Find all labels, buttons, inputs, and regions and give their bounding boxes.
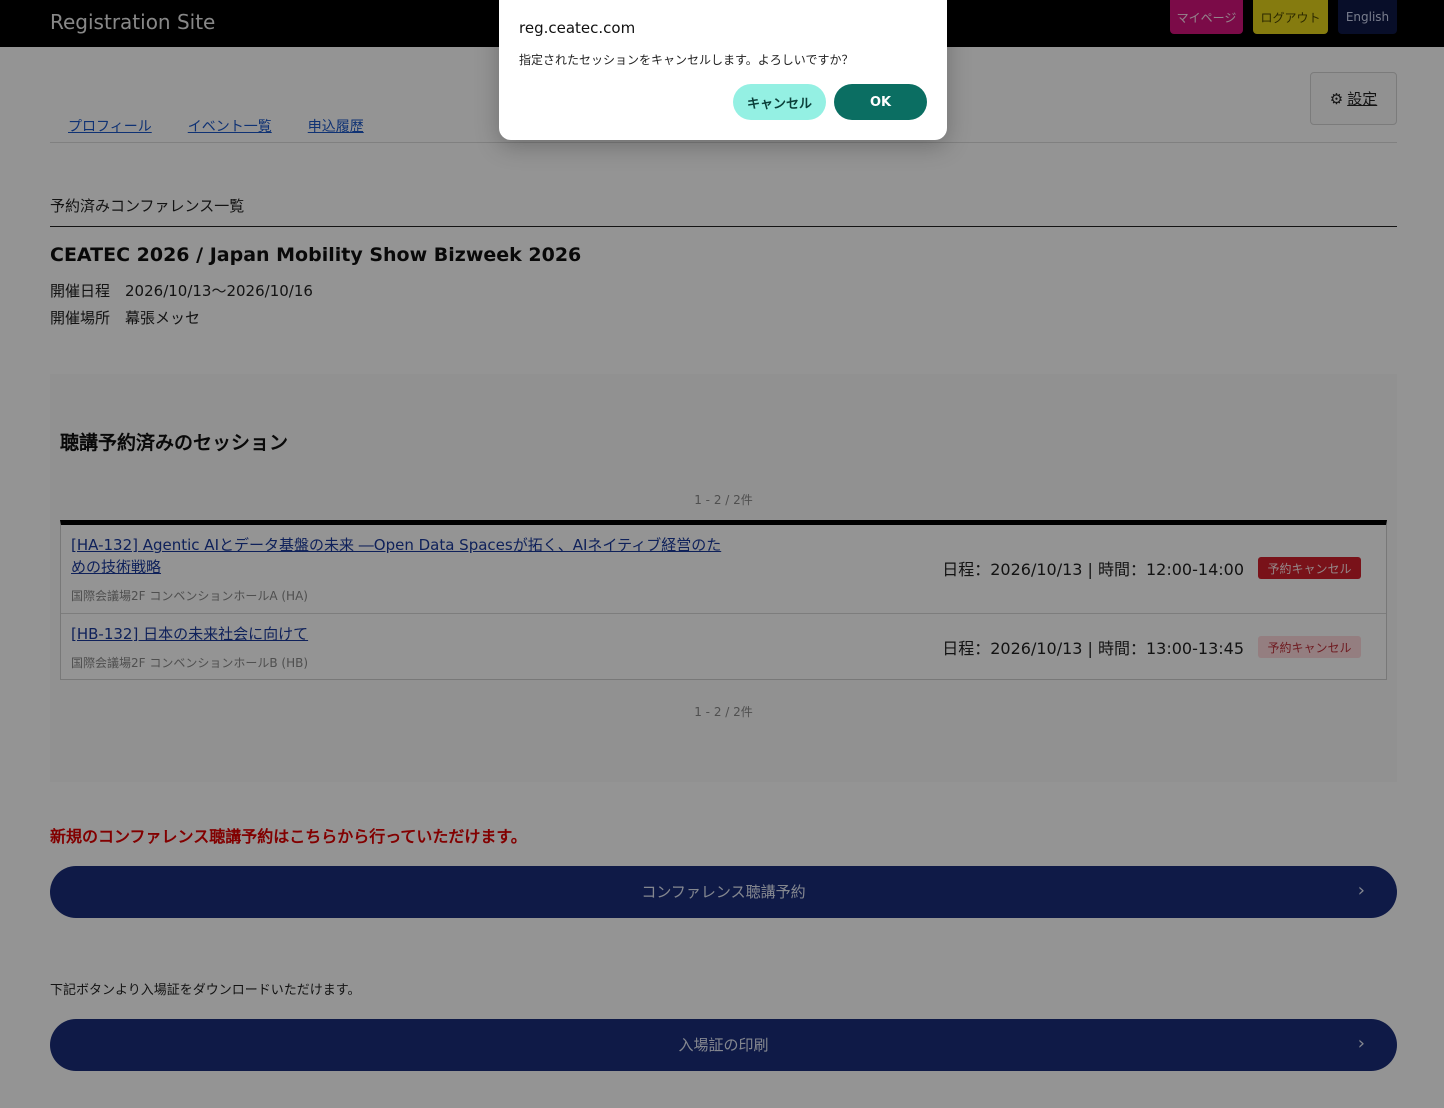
confirm-dialog: reg.ceatec.com 指定されたセッションをキャンセルします。よろしいで… xyxy=(499,0,947,140)
modal-overlay xyxy=(0,0,1444,1108)
dialog-host: reg.ceatec.com xyxy=(519,19,636,37)
dialog-cancel-button[interactable]: キャンセル xyxy=(733,84,826,120)
dialog-ok-button[interactable]: OK xyxy=(834,84,927,120)
dialog-message: 指定されたセッションをキャンセルします。よろしいですか？ xyxy=(519,53,854,67)
